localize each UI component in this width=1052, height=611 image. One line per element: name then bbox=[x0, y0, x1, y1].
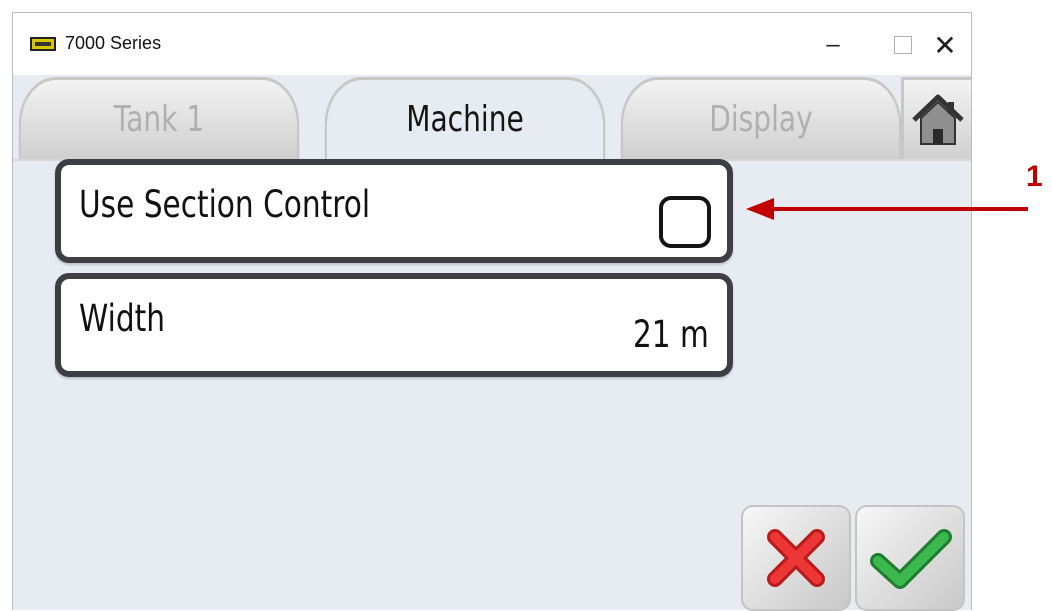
use-section-control-row[interactable]: Use Section Control bbox=[55, 159, 733, 263]
maximize-icon bbox=[894, 36, 912, 54]
green-check-icon bbox=[870, 529, 952, 589]
width-label: Width bbox=[79, 297, 165, 340]
minimize-button[interactable]: – bbox=[803, 25, 863, 65]
home-icon bbox=[911, 94, 964, 145]
app-logo-icon bbox=[30, 37, 56, 51]
callout-number: 1 bbox=[1026, 160, 1043, 193]
app-window: 7000 Series – ✕ Tank 1 Machine Display U… bbox=[12, 12, 972, 611]
tab-label: Tank 1 bbox=[113, 99, 205, 140]
tab-tank-1[interactable]: Tank 1 bbox=[18, 77, 300, 159]
width-row[interactable]: Width 21 m bbox=[55, 273, 733, 377]
red-x-icon bbox=[767, 529, 825, 587]
home-button[interactable] bbox=[901, 77, 971, 159]
cancel-button[interactable] bbox=[741, 505, 851, 611]
close-button[interactable]: ✕ bbox=[915, 25, 975, 65]
title-bar: 7000 Series – ✕ bbox=[13, 13, 971, 75]
width-value: 21 m bbox=[633, 313, 709, 356]
tab-label: Machine bbox=[406, 99, 524, 140]
tab-strip: Tank 1 Machine Display bbox=[13, 75, 971, 159]
tab-display[interactable]: Display bbox=[620, 77, 902, 159]
use-section-control-checkbox[interactable] bbox=[659, 196, 711, 248]
callout-arrow-line bbox=[762, 207, 1028, 211]
ok-button[interactable] bbox=[855, 505, 965, 611]
tab-label: Display bbox=[709, 99, 813, 140]
use-section-control-label: Use Section Control bbox=[79, 183, 371, 226]
window-title: 7000 Series bbox=[65, 33, 162, 53]
tab-machine[interactable]: Machine bbox=[324, 77, 606, 159]
